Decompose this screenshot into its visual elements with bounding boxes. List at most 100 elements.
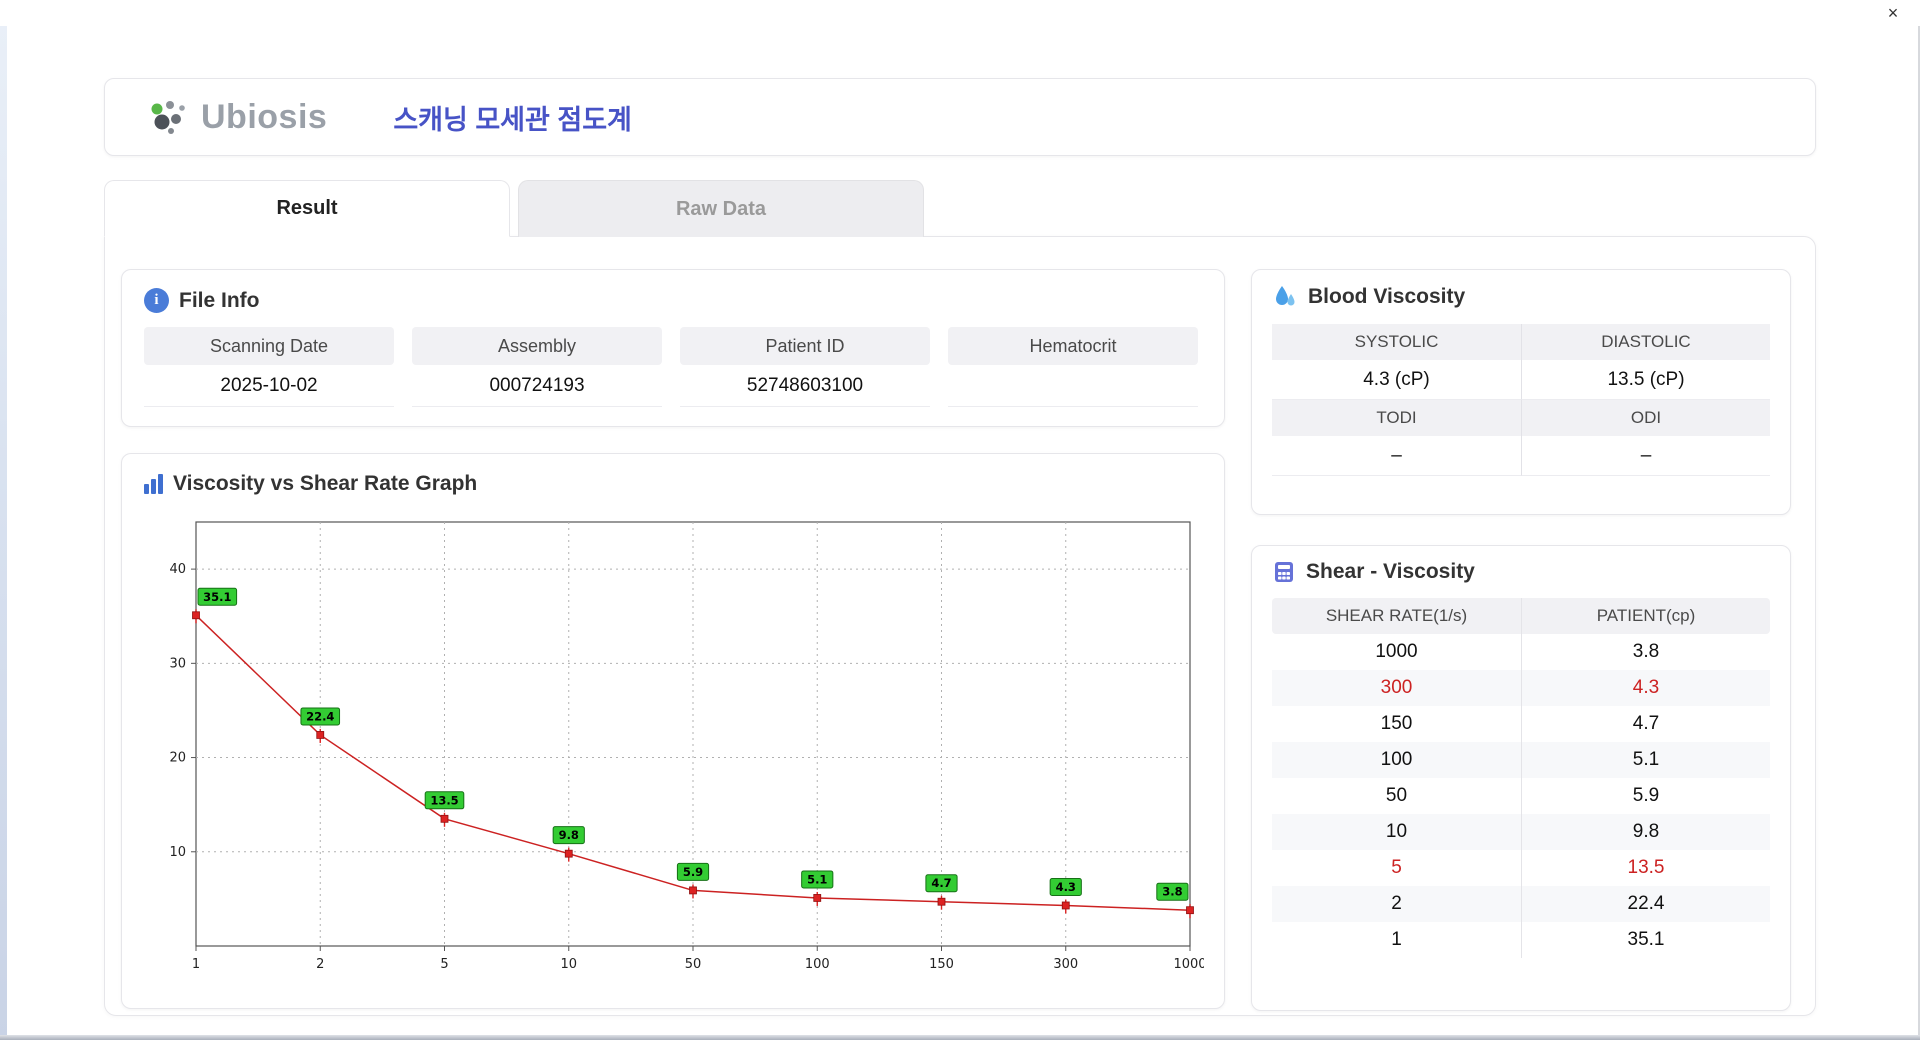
shear-rate-cell: 5: [1391, 857, 1402, 878]
svg-text:9.8: 9.8: [559, 828, 579, 842]
todi-value: –: [1272, 436, 1521, 476]
svg-text:40: 40: [169, 562, 186, 577]
titlebar: ×: [0, 0, 1920, 26]
blood-viscosity-grid: SYSTOLIC DIASTOLIC 4.3 (cP) 13.5 (cP) TO…: [1272, 324, 1770, 476]
bar-chart-icon: [144, 474, 163, 494]
table-row: 2 22.4: [1272, 886, 1770, 922]
table-row: 300 4.3: [1272, 670, 1770, 706]
svg-text:1: 1: [192, 957, 200, 972]
patient-cell: 13.5: [1521, 850, 1770, 886]
shear-rate-cell: 100: [1380, 749, 1413, 770]
shear-viscosity-title: Shear - Viscosity: [1306, 560, 1475, 583]
odi-label: ODI: [1521, 400, 1770, 436]
svg-text:30: 30: [169, 656, 186, 671]
column-header-shear-rate: SHEAR RATE(1/s): [1325, 606, 1468, 625]
water-drops-icon: [1276, 286, 1295, 306]
table-row: 1 35.1: [1272, 922, 1770, 958]
tab-result[interactable]: Result: [104, 180, 510, 237]
window-bottom-edge: [0, 1035, 1920, 1040]
svg-text:5.9: 5.9: [683, 865, 703, 879]
ubiosis-logo: Ubiosis: [147, 96, 327, 138]
svg-text:1000: 1000: [1173, 957, 1204, 972]
svg-text:150: 150: [929, 957, 954, 972]
systolic-label: SYSTOLIC: [1272, 324, 1521, 360]
file-info-header: i File Info: [144, 288, 1202, 313]
field-label: Assembly: [412, 327, 662, 365]
tab-bar: Result Raw Data: [104, 180, 1816, 237]
page-title: 스캐닝 모세관 점도계: [393, 104, 632, 135]
app-header: Ubiosis 스캐닝 모세관 점도계: [104, 78, 1816, 156]
result-panel: i File Info Scanning Date 2025-10-02 Ass…: [104, 236, 1816, 1016]
shear-viscosity-header: Shear - Viscosity: [1272, 560, 1770, 584]
viscosity-graph-card: Viscosity vs Shear Rate Graph 10 20 30 40 1 2…: [121, 453, 1225, 1009]
tab-raw-data[interactable]: Raw Data: [518, 180, 924, 237]
file-info-fields: Scanning Date 2025-10-02 Assembly 000724…: [144, 327, 1202, 407]
graph-header: Viscosity vs Shear Rate Graph: [144, 472, 1202, 496]
window-left-edge: [0, 0, 7, 1040]
svg-text:22.4: 22.4: [306, 709, 334, 723]
patient-cell: 3.8: [1521, 634, 1770, 670]
field-label: Scanning Date: [144, 327, 394, 365]
svg-text:3.8: 3.8: [1162, 885, 1182, 899]
field-value: [948, 365, 1198, 407]
svg-text:300: 300: [1053, 957, 1078, 972]
file-info-card: i File Info Scanning Date 2025-10-02 Ass…: [121, 269, 1225, 427]
table-row: 5 13.5: [1272, 850, 1770, 886]
blood-viscosity-card: Blood Viscosity SYSTOLIC DIASTOLIC 4.3 (…: [1251, 269, 1791, 515]
patient-cell: 4.3: [1521, 670, 1770, 706]
column-header-patient: PATIENT(cp): [1521, 598, 1770, 634]
table-row: 10 9.8: [1272, 814, 1770, 850]
shear-rate-cell: 10: [1385, 821, 1408, 842]
svg-text:35.1: 35.1: [203, 590, 231, 604]
shear-rate-cell: 2: [1391, 893, 1402, 914]
shear-rate-cell: 50: [1385, 785, 1408, 806]
svg-text:10: 10: [560, 957, 577, 972]
svg-text:4.7: 4.7: [931, 876, 951, 890]
table-row: 150 4.7: [1272, 706, 1770, 742]
patient-cell: 9.8: [1521, 814, 1770, 850]
field-scanning-date: Scanning Date 2025-10-02: [144, 327, 394, 407]
shear-table-header: SHEAR RATE(1/s) PATIENT(cp): [1272, 598, 1770, 634]
svg-text:50: 50: [685, 957, 702, 972]
logo-dots-icon: [151, 101, 185, 134]
field-hematocrit: Hematocrit: [948, 327, 1198, 407]
svg-text:20: 20: [169, 751, 186, 766]
viscosity-shear-chart: 10 20 30 40 1 2 5 10 50 100 150 300 1000 35.1 22.4 13.5…: [169, 521, 1207, 972]
table-row: 50 5.9: [1272, 778, 1770, 814]
patient-cell: 5.9: [1521, 778, 1770, 814]
diastolic-value: 13.5 (cP): [1521, 360, 1770, 400]
patient-cell: 5.1: [1521, 742, 1770, 778]
svg-text:4.3: 4.3: [1056, 880, 1076, 894]
table-row: 100 5.1: [1272, 742, 1770, 778]
svg-text:5.1: 5.1: [807, 872, 827, 886]
field-assembly: Assembly 000724193: [412, 327, 662, 407]
blood-viscosity-title: Blood Viscosity: [1308, 285, 1466, 308]
graph-title: Viscosity vs Shear Rate Graph: [173, 472, 478, 495]
field-label: Patient ID: [680, 327, 930, 365]
logo-text: Ubiosis: [201, 97, 328, 136]
field-value: 2025-10-02: [144, 365, 394, 407]
info-icon: i: [144, 288, 169, 313]
file-info-title: File Info: [179, 288, 260, 312]
blood-viscosity-header: Blood Viscosity: [1272, 284, 1770, 310]
diastolic-label: DIASTOLIC: [1521, 324, 1770, 360]
svg-text:2: 2: [316, 957, 324, 972]
shear-rate-cell: 300: [1380, 677, 1413, 698]
close-icon[interactable]: ×: [1882, 2, 1904, 24]
svg-text:100: 100: [805, 957, 830, 972]
app-window: × Ubiosis 스캐닝 모세관 점도계 Result Raw Data i …: [0, 0, 1920, 1040]
shear-table-body: 1000 3.8 300 4.3 150 4.7 100 5.1 50 5.9 …: [1272, 634, 1770, 958]
field-value: 000724193: [412, 365, 662, 407]
calculator-icon: [1275, 562, 1293, 582]
svg-text:5: 5: [440, 957, 448, 972]
patient-cell: 22.4: [1521, 886, 1770, 922]
app-content: Ubiosis 스캐닝 모세관 점도계 Result Raw Data i Fi…: [104, 78, 1816, 1016]
shear-rate-cell: 1: [1391, 929, 1402, 950]
patient-cell: 4.7: [1521, 706, 1770, 742]
table-row: 1000 3.8: [1272, 634, 1770, 670]
shear-viscosity-card: Shear - Viscosity SHEAR RATE(1/s) PATIEN…: [1251, 545, 1791, 1011]
shear-rate-cell: 150: [1380, 713, 1413, 734]
todi-label: TODI: [1272, 400, 1521, 436]
field-value: 52748603100: [680, 365, 930, 407]
field-patient-id: Patient ID 52748603100: [680, 327, 930, 407]
